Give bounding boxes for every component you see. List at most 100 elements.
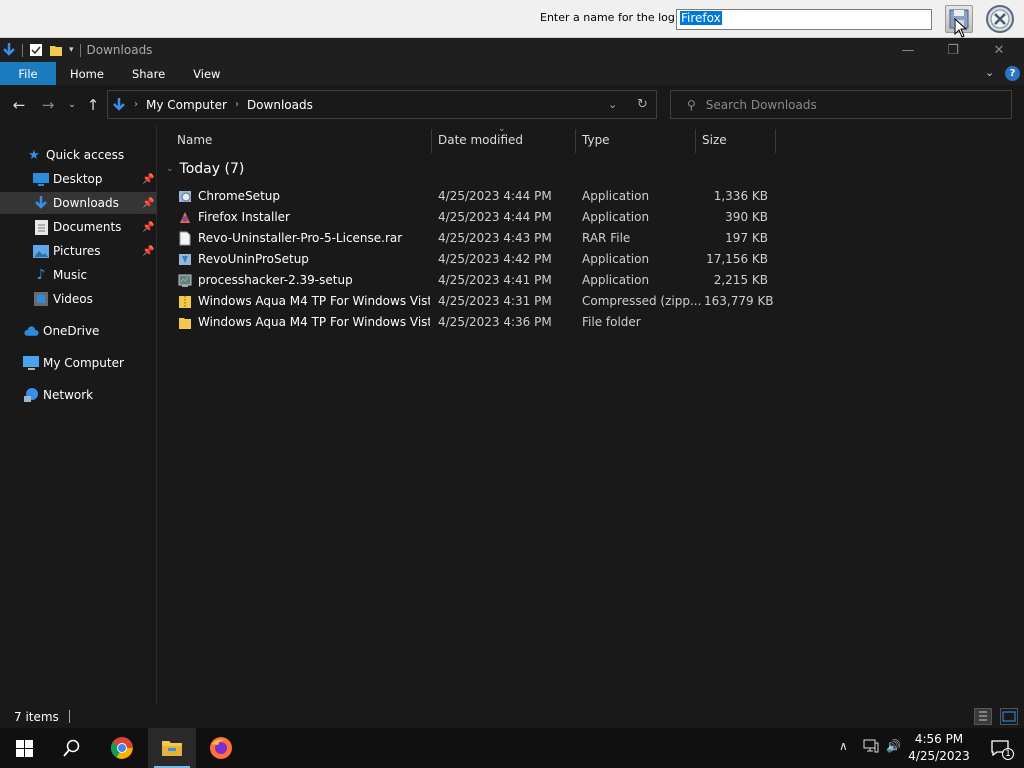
table-row[interactable]: processhacker-2.39-setup 4/25/2023 4:41 … [174,270,774,291]
log-name-input[interactable]: Firefox [676,9,932,30]
close-log-dialog-button[interactable] [985,4,1015,34]
chrome-taskbar-button[interactable] [98,728,146,768]
network-status-icon[interactable] [863,739,879,756]
address-history-chevron-icon[interactable]: ⌄ [608,98,617,111]
file-explorer-taskbar-button[interactable] [148,728,196,768]
nav-item-documents[interactable]: Documents 📌 [0,216,157,238]
music-icon: ♪ [36,267,46,283]
column-header-name[interactable]: Name [177,125,212,155]
breadcrumb-downloads[interactable]: Downloads [247,98,313,112]
file-name: ChromeSetup [198,189,280,203]
nav-item-music[interactable]: ♪ Music [0,264,157,286]
column-separator[interactable] [431,129,432,153]
taskbar: ∧ 🔊 4:56 PM 4/25/2023 1 [0,728,1024,768]
log-name-label: Enter a name for the log: [540,11,679,24]
help-icon[interactable]: ? [1005,66,1020,81]
file-date: 4/25/2023 4:41 PM [438,273,552,287]
customize-toolbar-chevron-icon[interactable]: ▾ [69,45,74,55]
forward-button[interactable]: → [38,95,58,115]
details-view-button[interactable] [974,708,992,725]
nav-item-network[interactable]: Network [0,384,157,406]
file-type: Application [582,252,650,266]
breadcrumb-my-computer[interactable]: My Computer [146,98,227,112]
close-icon: ✕ [993,42,1005,58]
taskbar-clock[interactable]: 4:56 PM 4/25/2023 [906,731,972,765]
search-button[interactable] [48,728,96,768]
log-name-dialog: Enter a name for the log: Firefox [0,0,1024,38]
nav-item-downloads[interactable]: Downloads 📌 [0,192,157,214]
table-row[interactable]: RevoUninProSetup 4/25/2023 4:42 PM Appli… [174,249,774,270]
column-separator[interactable] [775,129,776,153]
documents-icon [33,219,49,235]
search-icon: ⚲ [687,97,696,112]
volume-icon[interactable]: 🔊 [886,739,901,753]
table-row[interactable]: Windows Aqua M4 TP For Windows Vista... … [174,291,774,312]
window-title: Downloads [86,43,153,57]
installer-app-icon [179,191,191,202]
back-button[interactable]: ← [9,95,29,115]
save-log-button[interactable] [945,5,973,38]
nav-item-videos[interactable]: Videos [0,288,157,310]
large-icons-view-button[interactable] [1000,708,1018,725]
nav-item-desktop[interactable]: Desktop 📌 [0,168,157,190]
address-bar[interactable]: › My Computer › Downloads ⌄ ↻ [107,90,657,119]
navigation-pane: ★ Quick access Desktop 📌 Downloads 📌 Doc… [0,125,157,705]
nav-label: Downloads [53,196,119,210]
toolbar-separator [79,43,81,57]
action-center-button[interactable]: 1 [976,728,1024,768]
tab-home[interactable]: Home [56,62,118,85]
column-header-date-modified[interactable]: Date modified ⌄ [438,124,523,155]
properties-icon[interactable] [29,43,43,57]
breadcrumb-separator-icon[interactable]: › [134,99,138,110]
table-row[interactable]: Firefox Installer 4/25/2023 4:44 PM Appl… [174,207,774,228]
firefox-taskbar-button[interactable] [197,728,245,768]
log-name-value: Firefox [680,11,722,25]
file-date: 4/25/2023 4:43 PM [438,231,552,245]
breadcrumb-separator-icon[interactable]: › [235,99,239,110]
file-name: RevoUninProSetup [198,252,309,266]
expand-ribbon-chevron-icon[interactable]: ⌄ [985,66,994,79]
nav-item-pictures[interactable]: Pictures 📌 [0,240,157,262]
minimize-button[interactable]: — [885,38,931,62]
forward-arrow-icon: → [41,96,55,114]
tab-share[interactable]: Share [118,62,179,85]
new-folder-icon[interactable] [49,43,63,57]
table-row[interactable]: ChromeSetup 4/25/2023 4:44 PM Applicatio… [174,186,774,207]
tab-file[interactable]: File [0,62,56,85]
table-row[interactable]: Revo-Uninstaller-Pro-5-License.rar 4/25/… [174,228,774,249]
chrome-icon [111,737,133,759]
refresh-icon[interactable]: ↻ [637,97,648,112]
column-header-type[interactable]: Type [582,125,610,155]
close-window-button[interactable]: ✕ [976,38,1022,62]
file-date: 4/25/2023 4:36 PM [438,315,552,329]
search-box[interactable]: ⚲ Search Downloads [670,90,1012,119]
column-separator[interactable] [695,129,696,153]
start-button[interactable] [0,728,48,768]
restore-button[interactable]: ❐ [930,38,976,62]
blank-file-icon [179,231,191,246]
item-count: 7 items [14,709,59,724]
group-header-today[interactable]: ⌄ Today (7) [166,161,244,177]
search-icon [63,739,80,757]
quick-access-toolbar: ▾ [0,42,81,58]
nav-label: Desktop [53,172,103,186]
column-separator[interactable] [575,129,576,153]
file-name: Firefox Installer [198,210,290,224]
firefox-installer-icon [180,212,190,223]
table-row[interactable]: Windows Aqua M4 TP For Windows Vista... … [174,312,774,333]
recent-locations-button[interactable]: ⌄ [62,95,82,115]
file-size: 1,336 KB [713,189,768,203]
nav-label: Quick access [46,148,125,162]
details-view-icon [979,711,987,721]
tab-view[interactable]: View [179,62,234,85]
download-arrow-icon [33,196,49,210]
show-hidden-icons-chevron-icon[interactable]: ∧ [839,739,848,753]
nav-label: Music [53,268,88,282]
restore-icon: ❐ [947,42,959,58]
nav-item-quick-access[interactable]: ★ Quick access [0,144,157,166]
up-button[interactable]: ↑ [83,95,103,115]
nav-item-onedrive[interactable]: OneDrive [0,320,157,342]
column-header-size[interactable]: Size [702,125,727,155]
nav-item-my-computer[interactable]: My Computer [0,352,157,374]
computer-icon [23,356,39,370]
